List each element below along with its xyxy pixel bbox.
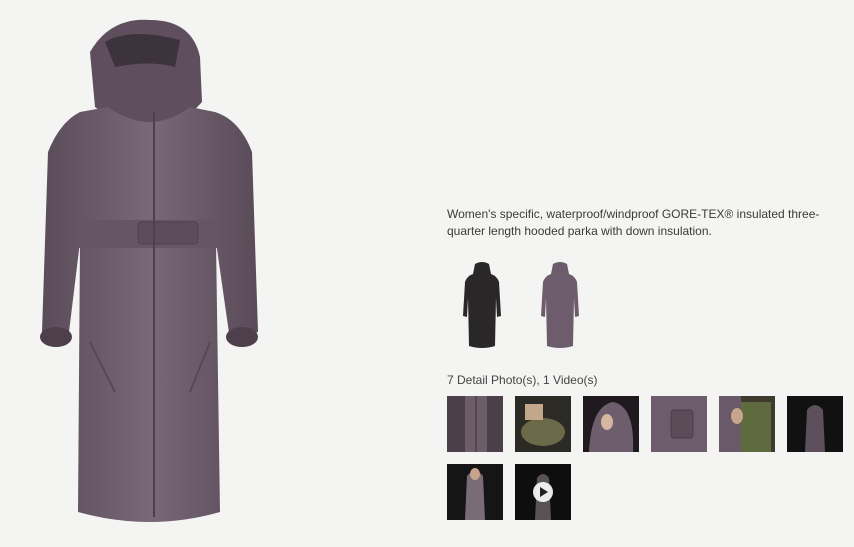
detail-thumb-3[interactable] (583, 396, 639, 452)
video-thumb[interactable] (515, 464, 571, 520)
detail-thumb-7[interactable] (447, 464, 503, 520)
main-product-image (20, 12, 280, 544)
color-swatch-purple[interactable] (531, 258, 589, 352)
detail-thumb-6[interactable] (787, 396, 843, 452)
detail-thumb-5[interactable] (719, 396, 775, 452)
detail-count-label: 7 Detail Photo(s), 1 Video(s) (447, 373, 598, 387)
product-description: Women's specific, waterproof/windproof G… (447, 207, 820, 238)
detail-thumb-2[interactable] (515, 396, 571, 452)
color-swatch-black[interactable] (453, 258, 511, 352)
detail-thumb-4[interactable] (651, 396, 707, 452)
detail-thumb-1[interactable] (447, 396, 503, 452)
